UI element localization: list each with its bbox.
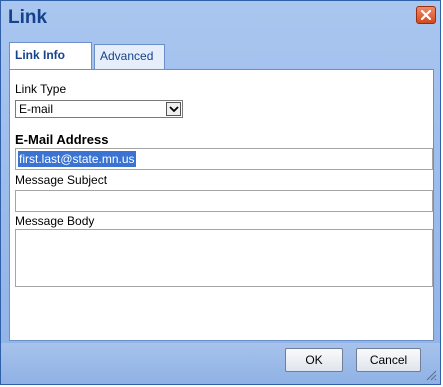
link-type-select[interactable]: E-mail [15,100,183,118]
link-type-label: Link Type [15,82,67,96]
chevron-down-icon [169,106,179,113]
email-value: first.last@state.mn.us [18,151,136,167]
subject-field[interactable] [15,190,433,212]
tab-link-info[interactable]: Link Info [9,42,92,70]
link-type-value: E-mail [19,102,54,116]
email-field[interactable]: first.last@state.mn.us [15,148,433,170]
ok-button[interactable]: OK [285,348,343,372]
body-textarea[interactable] [15,229,433,287]
cancel-button[interactable]: Cancel [356,348,421,372]
email-label: E-Mail Address [15,132,109,147]
tab-advanced[interactable]: Advanced [94,44,165,69]
close-button[interactable] [416,6,436,24]
link-dialog: Link Link Info Advanced Link Type E-mail… [0,0,441,385]
resize-grip-icon[interactable] [425,369,437,381]
dropdown-button[interactable] [166,102,181,116]
title-bar[interactable]: Link [1,1,440,37]
dialog-title: Link [8,7,48,28]
body-label: Message Body [15,214,95,228]
subject-label: Message Subject [15,173,108,187]
close-icon [421,10,431,20]
